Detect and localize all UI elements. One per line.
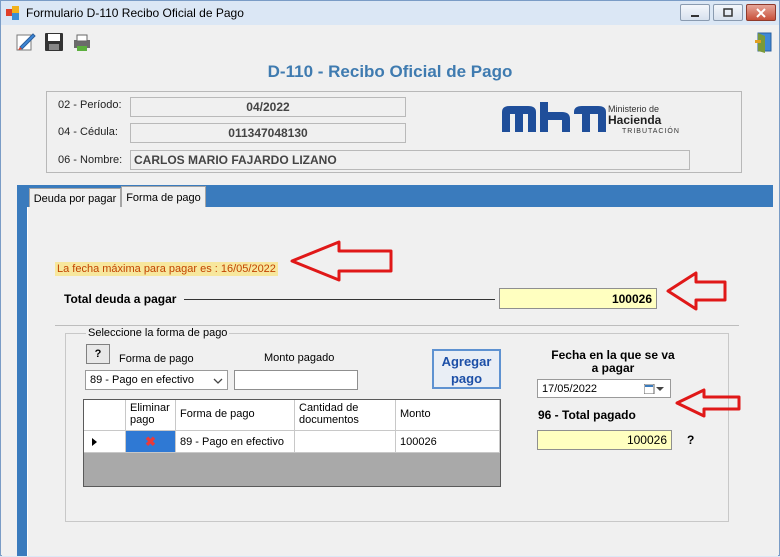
annotation-arrow-due-date <box>290 240 393 282</box>
annotation-overlay <box>290 240 741 418</box>
app-window: Formulario D-110 Recibo Oficial de Pago <box>0 0 780 556</box>
annotation-arrow-total-debt <box>666 271 727 311</box>
annotation-arrow-payment-date <box>675 388 741 418</box>
